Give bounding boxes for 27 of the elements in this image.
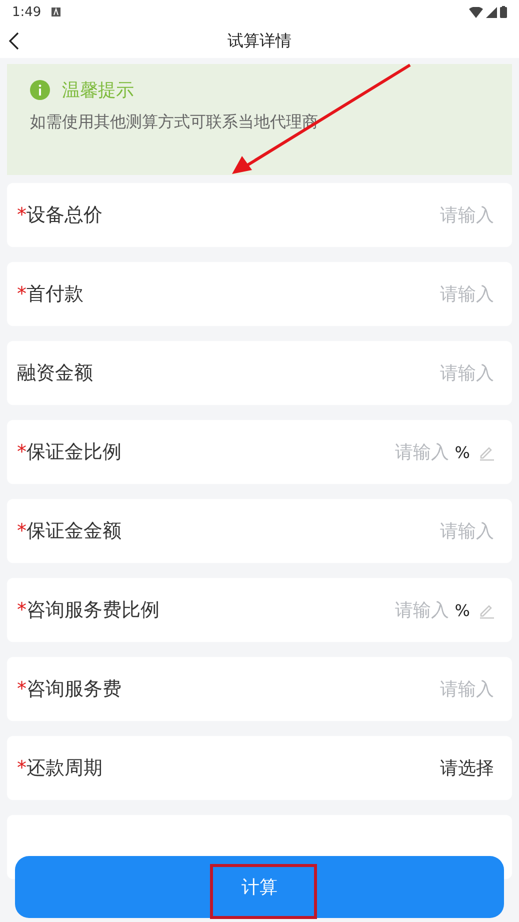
form-row[interactable]: *还款周期 请选择	[7, 736, 512, 800]
signal-icon	[486, 6, 497, 18]
field-label: *保证金金额	[17, 519, 122, 544]
status-time: 1:49	[12, 4, 42, 20]
input-field[interactable]: 请输入	[384, 520, 494, 542]
field-label: 融资金额	[17, 361, 93, 386]
wifi-icon	[469, 6, 483, 18]
input-field[interactable]: 请输入	[358, 600, 449, 620]
field-label: *保证金比例	[17, 440, 122, 465]
field-label: *还款周期	[17, 756, 102, 781]
field-label: *首付款	[17, 282, 84, 307]
notification-icon	[51, 7, 62, 17]
info-icon	[30, 80, 50, 100]
field-label: *设备总价	[17, 203, 102, 228]
unit-label: %	[454, 442, 470, 462]
field-label: *咨询服务费比例	[17, 598, 160, 623]
field-label: *咨询服务费	[17, 677, 122, 702]
tip-title: 温馨提示	[62, 79, 134, 102]
unit-label: %	[454, 600, 470, 620]
select-value[interactable]: 请选择	[440, 756, 494, 780]
input-field[interactable]: 请输入	[384, 678, 494, 700]
input-field[interactable]: 请输入	[384, 362, 494, 384]
input-field[interactable]: 请输入	[384, 284, 494, 304]
input-field[interactable]: 请输入	[384, 204, 494, 226]
input-field[interactable]: 请输入	[358, 442, 449, 462]
battery-icon	[500, 6, 507, 18]
page-title: 试算详情	[228, 30, 292, 52]
